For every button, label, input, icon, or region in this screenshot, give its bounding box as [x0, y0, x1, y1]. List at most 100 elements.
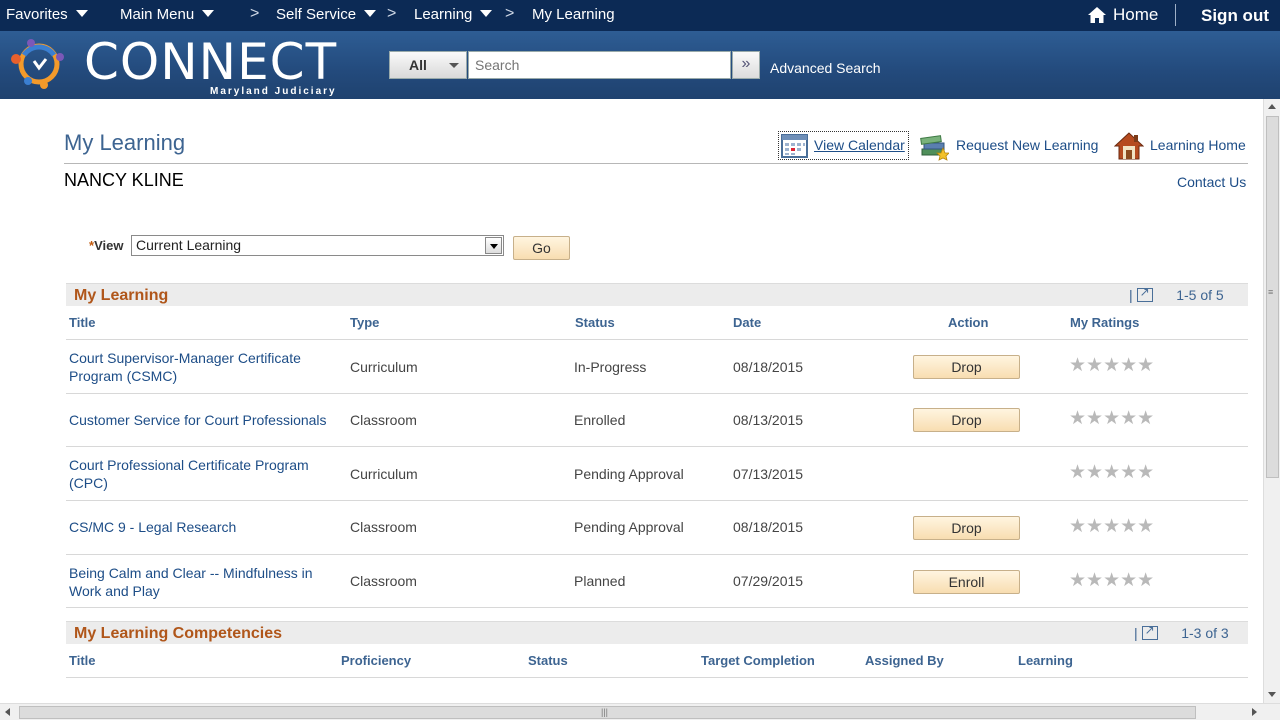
view-select-value: Current Learning: [136, 237, 242, 253]
competencies-grid-title: My Learning Competencies: [74, 625, 283, 642]
learning-status: Pending Approval: [574, 466, 684, 482]
rating-stars[interactable]: ★★★★★: [1069, 461, 1154, 484]
contact-us-link[interactable]: Contact Us: [1177, 174, 1246, 190]
view-label: *View: [89, 238, 123, 253]
drop-button[interactable]: Drop: [913, 408, 1020, 432]
search-input[interactable]: [468, 51, 731, 79]
learning-title-link[interactable]: Being Calm and Clear -- Mindfulness in W…: [69, 564, 339, 600]
breadcrumb-separator: >: [250, 5, 260, 22]
breadcrumb-separator: >: [387, 5, 397, 22]
row-divider: [66, 446, 1248, 447]
row-divider: [66, 554, 1248, 555]
enroll-button[interactable]: Enroll: [913, 570, 1020, 594]
learning-type: Classroom: [350, 519, 417, 535]
breadcrumb-separator: >: [505, 5, 515, 22]
top-navigation: Favorites Main Menu > Self Service > Lea…: [0, 0, 1280, 31]
chevron-down-icon[interactable]: [485, 237, 502, 254]
learning-status: In-Progress: [574, 359, 647, 375]
learning-dropdown-icon: [480, 10, 493, 17]
rating-stars[interactable]: ★★★★★: [1069, 407, 1154, 430]
learning-title-link[interactable]: CS/MC 9 - Legal Research: [69, 518, 339, 536]
grid-zoom-icon[interactable]: [1141, 623, 1158, 640]
home-label: Home: [1113, 5, 1159, 24]
competencies-pager: 1-3 of 3: [1181, 625, 1229, 641]
advanced-search-link[interactable]: Advanced Search: [770, 60, 881, 76]
learning-date: 08/18/2015: [733, 359, 804, 375]
home-link[interactable]: Home: [1087, 5, 1158, 25]
my-learning-grid-title: My Learning: [74, 287, 169, 304]
main-menu-dropdown-icon: [202, 10, 215, 17]
column-header-status[interactable]: Status: [528, 653, 568, 668]
chevron-down-icon: [449, 63, 459, 68]
search-scope-value: All: [409, 57, 427, 73]
learning-type: Classroom: [350, 573, 417, 589]
row-divider: [66, 500, 1248, 501]
column-header-learning[interactable]: Learning: [1018, 653, 1073, 668]
learning-menu[interactable]: Learning: [414, 6, 493, 23]
grid-zoom-icon[interactable]: [1136, 285, 1153, 302]
column-header-target-completion[interactable]: Target Completion: [701, 653, 815, 668]
row-divider: [66, 677, 1248, 678]
rating-stars[interactable]: ★★★★★: [1069, 569, 1154, 592]
banner: CONNECT Maryland Judiciary All » Advance…: [0, 31, 1280, 99]
calendar-icon[interactable]: [780, 131, 810, 161]
search-scope-select[interactable]: All: [389, 51, 467, 79]
favorites-menu[interactable]: Favorites: [6, 6, 88, 23]
learning-title-link[interactable]: Court Supervisor-Manager Certificate Pro…: [69, 349, 339, 385]
scroll-grip-icon: |||: [601, 707, 609, 717]
column-header-my-ratings: My Ratings: [1070, 315, 1140, 330]
self-service-menu[interactable]: Self Service: [276, 6, 377, 23]
learning-status: Pending Approval: [574, 519, 684, 535]
view-select[interactable]: Current Learning: [131, 235, 504, 256]
view-label-text: View: [94, 238, 124, 253]
scroll-left-icon[interactable]: [5, 708, 10, 716]
learning-type: Classroom: [350, 412, 417, 428]
row-divider: [66, 607, 1248, 608]
column-header-title[interactable]: Title: [69, 653, 96, 668]
rating-stars[interactable]: ★★★★★: [1069, 515, 1154, 538]
column-header-date[interactable]: Date: [733, 315, 761, 330]
my-learning-grid-tools: | 1-5 of 5: [1129, 285, 1224, 303]
user-name: NANCY KLINE: [64, 170, 184, 190]
learning-title-link[interactable]: Court Professional Certificate Program (…: [69, 456, 339, 492]
page-title: My Learning: [64, 130, 186, 155]
favorites-dropdown-icon: [75, 10, 88, 17]
horizontal-scrollbar[interactable]: |||: [0, 703, 1280, 720]
column-header-proficiency[interactable]: Proficiency: [341, 653, 411, 668]
house-icon[interactable]: [1114, 131, 1144, 161]
learning-date: 08/18/2015: [733, 519, 804, 535]
request-new-learning-link[interactable]: Request New Learning: [956, 137, 1098, 153]
view-calendar-link[interactable]: View Calendar: [814, 137, 905, 153]
breadcrumb-current[interactable]: My Learning: [532, 6, 615, 23]
rating-stars[interactable]: ★★★★★: [1069, 354, 1154, 377]
main-menu[interactable]: Main Menu: [120, 6, 215, 23]
column-header-assigned-by[interactable]: Assigned By: [865, 653, 944, 668]
learning-type: Curriculum: [350, 359, 418, 375]
drop-button[interactable]: Drop: [913, 516, 1020, 540]
search-go-button[interactable]: »: [732, 51, 760, 79]
self-service-label: Self Service: [276, 6, 357, 23]
go-button[interactable]: Go: [513, 236, 570, 260]
learning-home-link[interactable]: Learning Home: [1150, 137, 1246, 153]
column-header-status[interactable]: Status: [575, 315, 615, 330]
my-learning-pager: 1-5 of 5: [1176, 287, 1224, 303]
drop-button[interactable]: Drop: [913, 355, 1020, 379]
scroll-right-icon[interactable]: [1252, 708, 1257, 716]
vertical-scrollbar[interactable]: ≡: [1263, 99, 1280, 703]
vertical-scroll-thumb[interactable]: [1266, 116, 1279, 478]
scroll-up-icon[interactable]: [1268, 104, 1276, 109]
column-header-title[interactable]: Title: [69, 315, 96, 330]
home-icon: [1088, 7, 1106, 23]
sign-out-link[interactable]: Sign out: [1201, 6, 1269, 26]
my-learning-grid-header: My Learning | 1-5 of 5: [66, 283, 1248, 306]
scroll-down-icon[interactable]: [1268, 692, 1276, 697]
column-header-type[interactable]: Type: [350, 315, 379, 330]
learning-title-link[interactable]: Customer Service for Court Professionals: [69, 411, 339, 429]
learning-type: Curriculum: [350, 466, 418, 482]
books-icon[interactable]: [919, 131, 949, 161]
nav-divider: [1175, 4, 1176, 26]
learning-date: 07/29/2015: [733, 573, 804, 589]
favorites-label: Favorites: [6, 6, 68, 23]
main-menu-label: Main Menu: [120, 6, 195, 23]
column-header-action: Action: [948, 315, 989, 330]
